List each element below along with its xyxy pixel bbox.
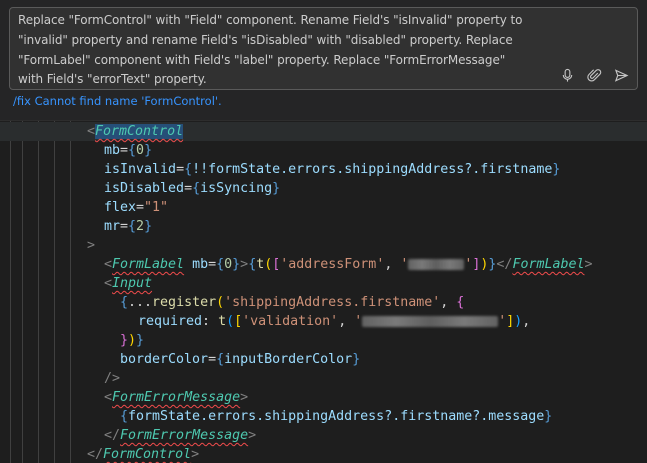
string-token: 'validation': [242, 314, 339, 329]
code-line: >: [87, 238, 96, 253]
spread-token: ...: [128, 295, 153, 310]
code-line: <FormControl: [0, 122, 647, 141]
code-line: <FormErrorMessage>: [104, 390, 249, 405]
string-token: "1": [144, 200, 169, 215]
code-line: borderColor={inputBorderColor}: [120, 352, 361, 367]
code-line: mr={2}: [104, 219, 153, 234]
prompt-line: with Field's "errorText" property.: [18, 72, 207, 87]
attr-token: isDisabled: [104, 181, 185, 196]
form-error-message-tag: FormErrorMessage: [120, 428, 249, 443]
send-icon[interactable]: [613, 67, 629, 83]
code-line: flex="1": [104, 200, 169, 215]
inline-chat-panel: Replace "FormControl" with "Field" compo…: [0, 0, 647, 120]
chat-prompt-input[interactable]: Replace "FormControl" with "Field" compo…: [9, 7, 638, 90]
form-control-tag: FormControl: [103, 447, 192, 462]
redacted-text: [362, 315, 499, 327]
attr-token: flex: [104, 200, 137, 215]
code-lines: <FormControl mb={0} isInvalid={!!formSta…: [0, 122, 647, 463]
code-line: isInvalid={!!formState.errors.shippingAd…: [104, 162, 561, 177]
code-line: isDisabled={isSyncing}: [104, 181, 281, 196]
expr-token: inputBorderColor: [224, 352, 353, 367]
input-tag: Input: [112, 276, 153, 291]
code-line: })}: [120, 333, 145, 348]
value-token: 0: [224, 257, 233, 272]
attr-token: borderColor: [120, 352, 209, 367]
code-line: mb={0}: [104, 143, 153, 158]
attr-token: mb: [192, 257, 209, 272]
value-token: 2: [136, 219, 145, 234]
code-line: {formState.errors.shippingAddress?.first…: [120, 409, 553, 424]
attr-token: isInvalid: [104, 162, 177, 177]
expr-token: formState.errors.shippingAddress?.firstn…: [128, 409, 545, 424]
key-token: required: [138, 314, 203, 329]
prompt-line: "FormLabel" component with Field's "labe…: [18, 52, 506, 67]
code-line: </FormErrorMessage>: [104, 428, 257, 443]
code-line: <Input: [104, 276, 153, 291]
code-line: required: t(['validation', ' ']),: [138, 314, 531, 329]
form-label-tag: FormLabel: [512, 257, 585, 272]
code-editor[interactable]: <FormControl mb={0} isInvalid={!!formSta…: [0, 120, 647, 463]
fix-status-text: /fix Cannot find name 'FormControl'.: [13, 94, 222, 108]
fn-token: t: [218, 314, 227, 329]
prompt-line: "invalid" property and rename Field's "i…: [18, 32, 513, 47]
code-line: </FormControl>: [87, 447, 200, 462]
prompt-actions: [559, 65, 629, 85]
code-line: {...register('shippingAddress.firstname'…: [120, 295, 465, 310]
string-token: 'addressForm': [280, 257, 385, 272]
expr-token: isSyncing: [200, 181, 273, 196]
fn-token: register: [152, 295, 217, 310]
form-error-message-tag: FormErrorMessage: [112, 390, 241, 405]
form-control-tag: FormControl: [95, 124, 184, 139]
attr-token: mr: [104, 219, 121, 234]
prompt-text[interactable]: Replace "FormControl" with "Field" compo…: [18, 11, 538, 90]
form-label-tag: FormLabel: [112, 257, 185, 272]
prompt-line: Replace "FormControl" with "Field" compo…: [18, 13, 523, 27]
string-token: 'shippingAddress.firstname': [224, 295, 441, 310]
redacted-text: [408, 258, 465, 270]
expr-token: !!formState.errors.shippingAddress?.firs…: [192, 162, 553, 177]
microphone-icon[interactable]: [559, 67, 575, 83]
attach-icon[interactable]: [586, 67, 602, 83]
attr-token: mb: [104, 143, 121, 158]
value-token: 0: [136, 143, 145, 158]
code-line: <FormLabel mb={0}>{t(['addressForm', ' ']…: [104, 257, 593, 272]
code-line: />: [104, 371, 121, 386]
